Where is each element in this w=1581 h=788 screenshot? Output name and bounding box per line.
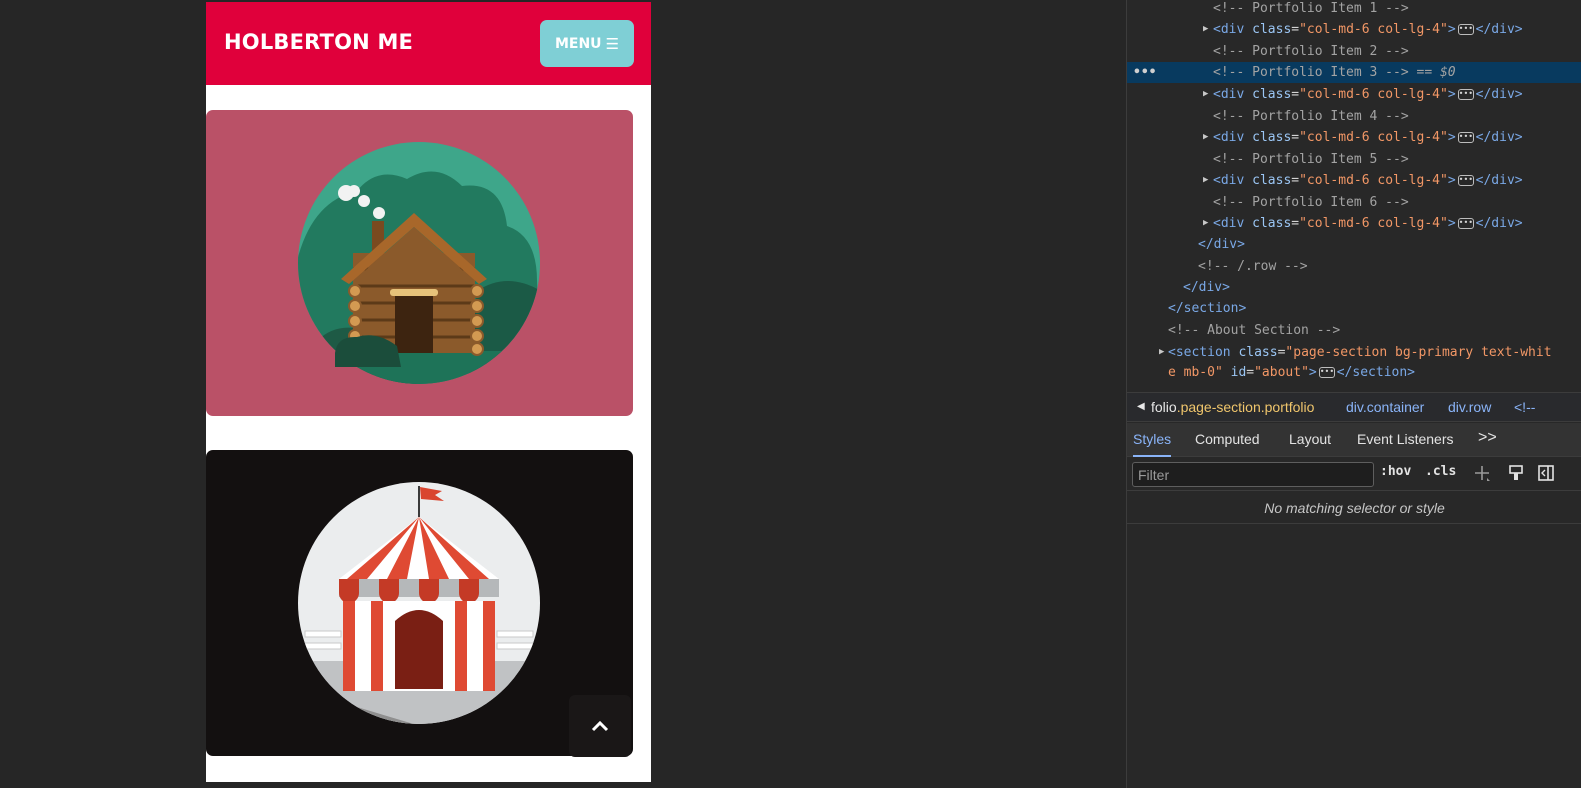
circus-tent-icon: [298, 482, 540, 724]
dom-node-selected[interactable]: ••• <!-- Portfolio Item 3 --> == $0: [1127, 62, 1581, 83]
dom-node[interactable]: e mb-0" id="about"> ••• </section>: [1127, 362, 1581, 383]
breadcrumb-scroll-left-icon[interactable]: ◀: [1137, 393, 1145, 421]
dom-node-text: <div class="col-md-6 col-lg-4"> ••• </div>: [1213, 87, 1523, 102]
dom-node-text: <!-- /.row -->: [1198, 259, 1308, 274]
expand-triangle-icon[interactable]: ▶: [1203, 127, 1208, 148]
expand-triangle-icon[interactable]: ▶: [1159, 342, 1164, 363]
tab-layout[interactable]: Layout: [1289, 423, 1331, 457]
bars-icon: ☰: [605, 34, 620, 53]
new-style-rule-icon[interactable]: [1473, 464, 1491, 482]
collapsed-content-icon[interactable]: •••: [1318, 367, 1335, 378]
dom-node-text: <!-- About Section -->: [1168, 323, 1341, 338]
menu-button-label: MENU: [554, 35, 602, 52]
collapsed-content-icon[interactable]: •••: [1457, 218, 1474, 229]
menu-button[interactable]: MENU ☰: [540, 20, 634, 67]
paint-brush-icon[interactable]: [1507, 464, 1525, 482]
site-brand[interactable]: HOLBERTON ME: [224, 30, 413, 54]
dom-tree[interactable]: <!-- Portfolio Item 1 --> ▶ <div class="co…: [1127, 0, 1581, 392]
dom-node[interactable]: ▶ <div class="col-md-6 col-lg-4"> ••• </div…: [1127, 213, 1581, 234]
dom-node[interactable]: ▶ <div class="col-md-6 col-lg-4"> ••• </div…: [1127, 127, 1581, 148]
dom-node-text: <!-- Portfolio Item 3 --> == $0: [1213, 65, 1456, 80]
styles-toolbar: :hov .cls: [1127, 458, 1581, 491]
dom-node-text: <div class="col-md-6 col-lg-4"> ••• </div>: [1213, 173, 1523, 188]
mobile-viewport: HOLBERTON ME MENU ☰: [206, 2, 651, 782]
dom-node-text: </div>: [1198, 237, 1245, 252]
tab-computed[interactable]: Computed: [1195, 423, 1260, 457]
dom-node-text: </div>: [1183, 280, 1230, 295]
dom-node-text: <div class="col-md-6 col-lg-4"> ••• </div>: [1213, 22, 1523, 37]
chevron-up-icon: [591, 720, 609, 732]
scroll-to-top-button[interactable]: [569, 695, 631, 757]
dom-node-text: <!-- Portfolio Item 1 -->: [1213, 1, 1409, 16]
filter-input[interactable]: [1132, 462, 1374, 487]
dom-node-text: e mb-0" id="about"> ••• </section>: [1168, 365, 1416, 380]
dom-node[interactable]: ▶ <div class="col-md-6 col-lg-4"> ••• </div…: [1127, 170, 1581, 191]
expand-triangle-icon[interactable]: ▶: [1203, 170, 1208, 191]
breadcrumb-comment[interactable]: <!--: [1514, 393, 1535, 421]
no-matching-styles-message: No matching selector or style: [1127, 492, 1581, 524]
dom-node[interactable]: ▶ <div class="col-md-6 col-lg-4"> ••• </div…: [1127, 84, 1581, 105]
dom-node-text: <!-- Portfolio Item 6 -->: [1213, 195, 1409, 210]
toggle-sidebar-icon[interactable]: [1537, 464, 1555, 482]
dom-node-text: <div class="col-md-6 col-lg-4"> ••• </div>: [1213, 216, 1523, 231]
breadcrumb: ◀ folio.page-section.portfolio div.conta…: [1127, 392, 1581, 422]
cls-toggle[interactable]: .cls: [1425, 464, 1456, 479]
breadcrumb-container[interactable]: div.container: [1346, 393, 1424, 421]
dom-node[interactable]: <!-- Portfolio Item 2 -->: [1127, 41, 1581, 62]
portfolio-item-cabin[interactable]: [206, 110, 633, 416]
collapsed-content-icon[interactable]: •••: [1457, 175, 1474, 186]
dom-node[interactable]: </section>: [1127, 298, 1581, 319]
more-tabs-icon[interactable]: >>: [1478, 423, 1497, 453]
dom-node[interactable]: <!-- Portfolio Item 6 -->: [1127, 192, 1581, 213]
collapsed-content-icon[interactable]: •••: [1457, 89, 1474, 100]
dom-node[interactable]: <!-- /.row -->: [1127, 256, 1581, 277]
node-actions-icon[interactable]: •••: [1133, 62, 1156, 83]
collapsed-content-icon[interactable]: •••: [1457, 132, 1474, 143]
tab-event-listeners[interactable]: Event Listeners: [1357, 423, 1454, 457]
dom-node[interactable]: </div>: [1127, 277, 1581, 298]
expand-triangle-icon[interactable]: ▶: [1203, 84, 1208, 105]
collapsed-content-icon[interactable]: •••: [1457, 24, 1474, 35]
dom-node-text: <section class="page-section bg-primary …: [1168, 345, 1552, 360]
dom-node[interactable]: </div>: [1127, 234, 1581, 255]
expand-triangle-icon[interactable]: ▶: [1203, 213, 1208, 234]
navbar: HOLBERTON ME MENU ☰: [206, 2, 651, 85]
dom-node-text: <!-- Portfolio Item 4 -->: [1213, 109, 1409, 124]
tab-styles[interactable]: Styles: [1133, 423, 1172, 457]
dom-node-text: <!-- Portfolio Item 5 -->: [1213, 152, 1409, 167]
dom-node[interactable]: <!-- Portfolio Item 4 -->: [1127, 106, 1581, 127]
styles-tabbar: Styles Computed Layout Event Listeners >…: [1127, 423, 1581, 457]
dom-node[interactable]: <!-- Portfolio Item 1 -->: [1127, 0, 1581, 19]
hov-toggle[interactable]: :hov: [1380, 464, 1411, 479]
dom-node[interactable]: ▶ <section class="page-section bg-primary…: [1127, 342, 1581, 363]
breadcrumb-row[interactable]: div.row: [1448, 393, 1491, 421]
dom-node-text: <div class="col-md-6 col-lg-4"> ••• </div>: [1213, 130, 1523, 145]
expand-triangle-icon[interactable]: ▶: [1203, 19, 1208, 40]
dom-node-text: </section>: [1168, 301, 1247, 316]
breadcrumb-section[interactable]: folio.page-section.portfolio: [1151, 393, 1314, 421]
dom-node[interactable]: <!-- Portfolio Item 5 -->: [1127, 149, 1581, 170]
dom-node-text: <!-- Portfolio Item 2 -->: [1213, 44, 1409, 59]
devtools-panel: <!-- Portfolio Item 1 --> ▶ <div class="co…: [1126, 0, 1581, 788]
dom-node[interactable]: <!-- About Section -->: [1127, 320, 1581, 341]
dom-node[interactable]: ▶ <div class="col-md-6 col-lg-4"> ••• </div…: [1127, 19, 1581, 40]
log-cabin-icon: [298, 142, 540, 384]
